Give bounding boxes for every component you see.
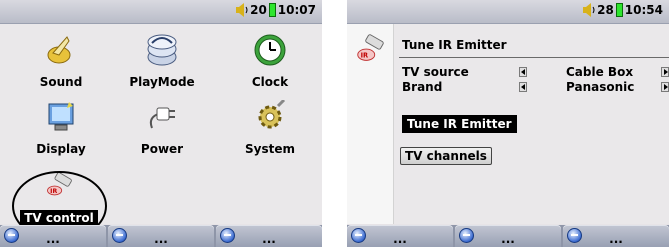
tune-ir-emitter-button[interactable]: Tune IR Emitter xyxy=(402,115,517,133)
clock-icon xyxy=(254,34,286,66)
volume-level: 20 xyxy=(250,3,267,17)
svg-text:IR: IR xyxy=(361,52,369,60)
softkey-label: ... xyxy=(501,232,515,246)
softkey-label: ... xyxy=(154,232,168,246)
title-divider xyxy=(399,57,669,58)
menu-label-system: System xyxy=(245,142,295,156)
menu-label-display: Display xyxy=(36,142,86,156)
row-value-brand: Panasonic xyxy=(566,80,635,94)
arrow-left-icon[interactable] xyxy=(519,82,527,92)
menu-item-power[interactable]: Power xyxy=(117,100,207,156)
battery-icon xyxy=(615,3,623,17)
status-bar: 28 10:54 xyxy=(347,0,669,24)
panel-title: Tune IR Emitter xyxy=(402,38,507,52)
tv-channels-button[interactable]: TV channels xyxy=(400,147,492,165)
menu-item-clock[interactable]: Clock xyxy=(225,33,315,89)
softkey-label: ... xyxy=(46,232,60,246)
volume-level: 28 xyxy=(597,3,614,17)
arrow-right-icon[interactable] xyxy=(661,67,669,77)
ir-remote-icon: IR xyxy=(357,34,384,61)
softkey-knob-icon xyxy=(459,228,474,243)
softkey-bar: ... ... ... xyxy=(0,225,322,247)
arrow-right-icon[interactable] xyxy=(661,82,669,92)
softkey-label: ... xyxy=(609,232,623,246)
softkey-knob-icon xyxy=(4,228,19,243)
softkey-3[interactable]: ... xyxy=(216,225,322,247)
softkey-2[interactable]: ... xyxy=(455,225,561,247)
softkey-knob-icon xyxy=(220,228,235,243)
menu-item-display[interactable]: Display xyxy=(16,100,106,156)
clock-time: 10:07 xyxy=(277,3,316,17)
softkey-knob-icon xyxy=(112,228,127,243)
battery-icon xyxy=(268,3,276,17)
status-bar: 20 10:07 xyxy=(0,0,322,24)
system-gear-icon xyxy=(258,98,286,129)
clock-time: 10:54 xyxy=(624,3,663,17)
softkey-label: ... xyxy=(393,232,407,246)
softkey-label: ... xyxy=(262,232,276,246)
menu-label-sound: Sound xyxy=(39,75,83,89)
softkey-3[interactable]: ... xyxy=(563,225,669,247)
softkey-2[interactable]: ... xyxy=(108,225,214,247)
softkey-bar: ... ... ... xyxy=(347,225,669,247)
power-plug-icon xyxy=(149,107,175,129)
volume-icon xyxy=(236,3,248,17)
menu-label-clock: Clock xyxy=(251,75,289,89)
side-strip: IR xyxy=(347,24,394,224)
menu-label-power: Power xyxy=(140,142,184,156)
menu-item-sound[interactable]: Sound xyxy=(16,33,106,89)
status-indicators: 28 10:54 xyxy=(583,3,663,17)
row-value-tv-source: Cable Box xyxy=(566,65,634,79)
display-icon xyxy=(48,102,74,131)
volume-icon xyxy=(583,3,595,17)
arrow-left-icon[interactable] xyxy=(519,67,527,77)
row-label-brand: Brand xyxy=(402,80,443,94)
menu-item-playmode[interactable]: PlayMode xyxy=(117,33,207,89)
row-label-tv-source: TV source xyxy=(402,65,469,79)
softkey-knob-icon xyxy=(351,228,366,243)
softkey-1[interactable]: ... xyxy=(0,225,106,247)
playmode-icon xyxy=(147,34,177,66)
status-indicators: 20 10:07 xyxy=(236,3,316,17)
main-menu-screen: 20 10:07 Sound PlayMode Clock Display Po… xyxy=(0,0,322,247)
sound-icon xyxy=(47,36,71,64)
menu-item-system[interactable]: System xyxy=(225,98,315,156)
menu-label-playmode: PlayMode xyxy=(129,75,195,89)
tv-control-screen: 28 10:54 IR Tune IR Emitter TV source Ca… xyxy=(347,0,669,247)
softkey-1[interactable]: ... xyxy=(347,225,453,247)
softkey-knob-icon xyxy=(567,228,582,243)
